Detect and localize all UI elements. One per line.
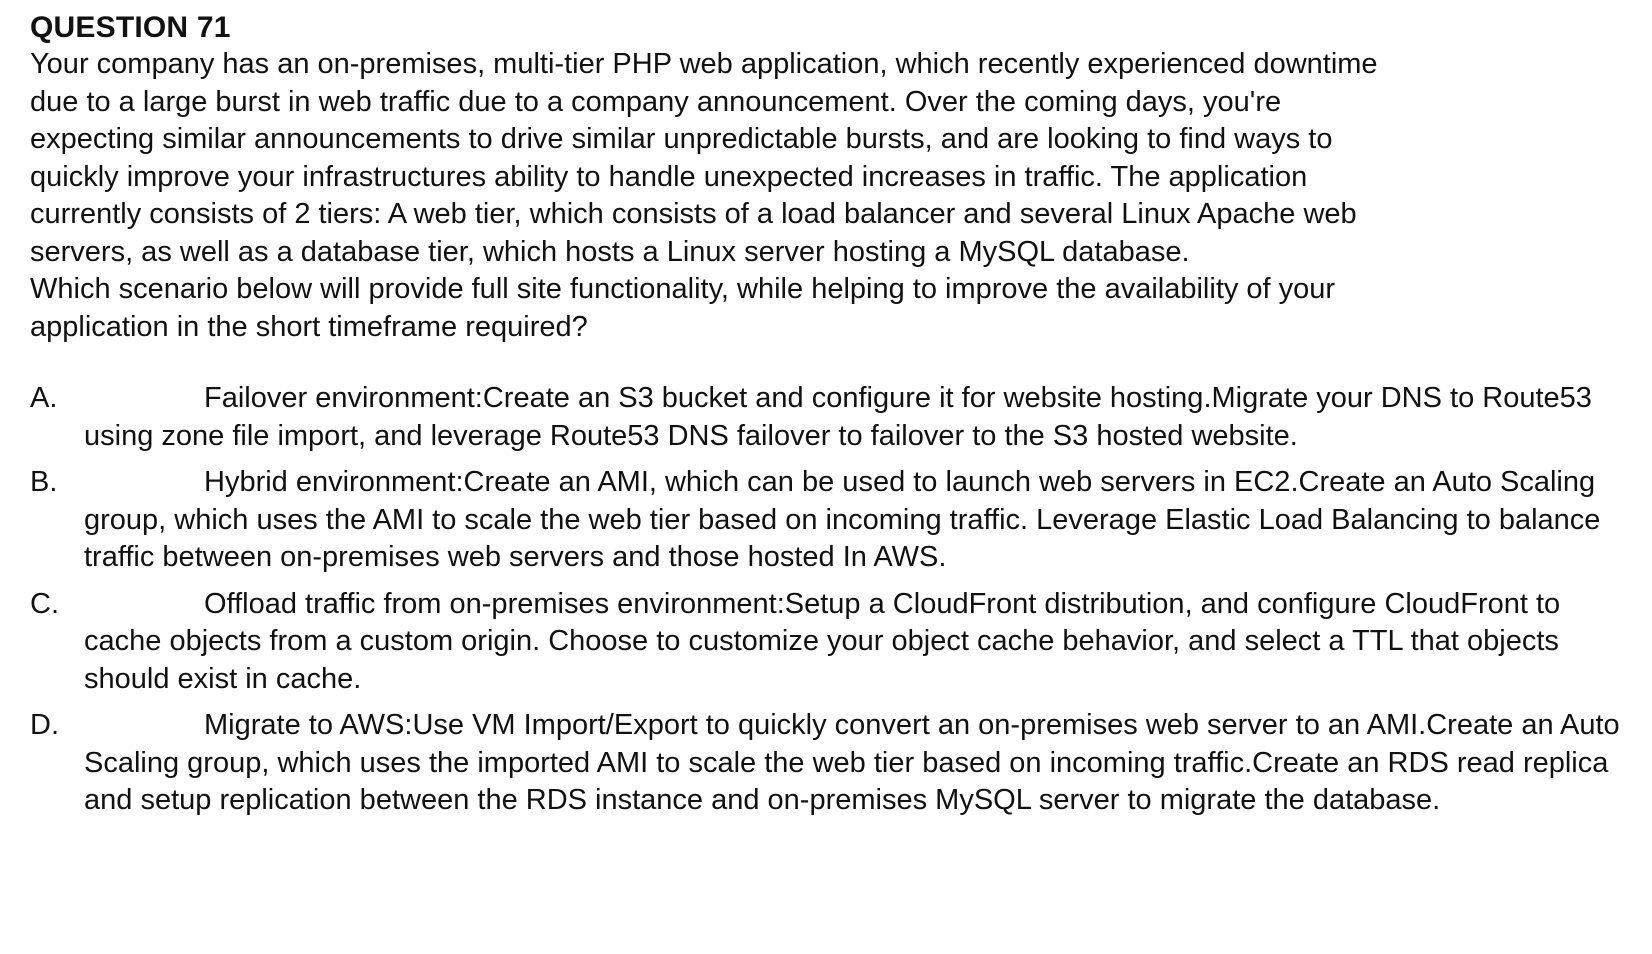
option-text: Migrate to AWS:Use VM Import/Export to q… [84,709,1620,816]
option-letter: D. [30,709,59,741]
option-letter: A. [30,382,58,414]
option-b[interactable]: B. Hybrid environment:Create an AMI, whi… [30,464,1630,577]
option-text: Failover environment:Create an S3 bucket… [84,382,1592,452]
question-title: QUESTION 71 [30,11,231,44]
option-letter: C. [30,587,59,620]
option-c[interactable]: C. Offload traffic from on-premises envi… [30,586,1630,699]
option-d[interactable]: D. Migrate to AWS:Use VM Import/Export t… [30,707,1630,820]
option-text: Hybrid environment:Create an AMI, which … [84,466,1601,573]
answer-options: A. Failover environment:Create an S3 buc… [30,380,1630,820]
question-page: QUESTION 71 Your company has an on-premi… [30,10,1630,829]
option-a[interactable]: A. Failover environment:Create an S3 buc… [30,380,1630,455]
option-text: Offload traffic from on-premises environ… [84,587,1561,695]
question-stem: Your company has an on-premises, multi-t… [30,48,1378,343]
option-letter: B. [30,466,58,498]
